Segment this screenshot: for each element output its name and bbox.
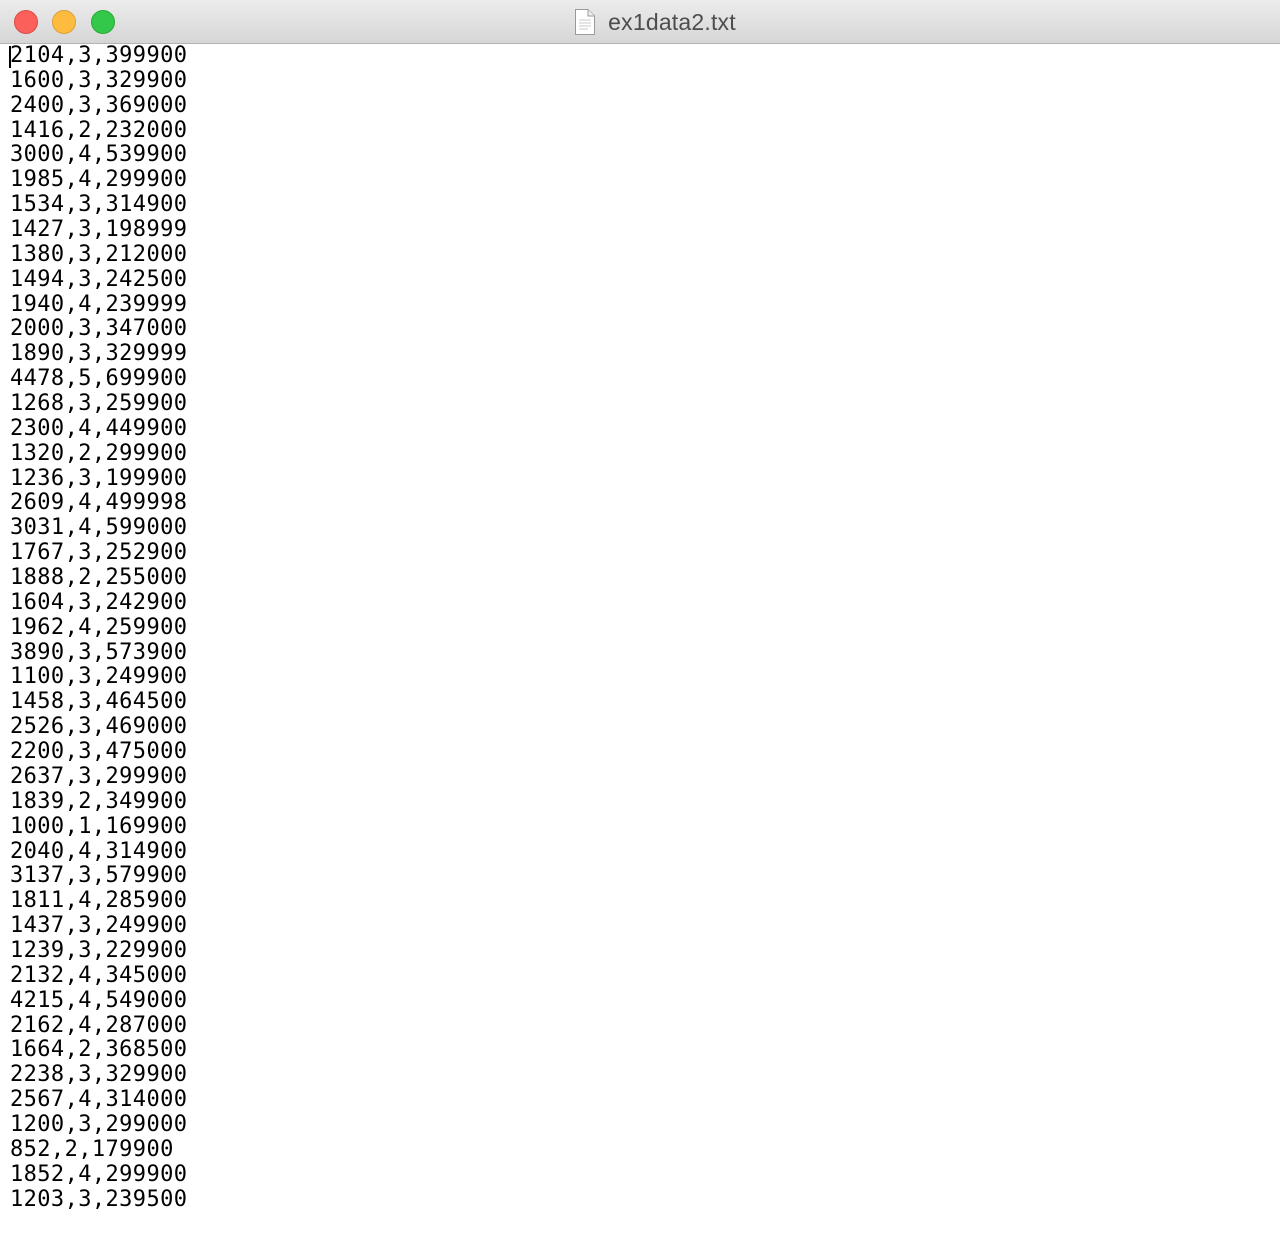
- text-line: 1437,3,249900: [10, 913, 188, 939]
- text-line: 2567,4,314000: [10, 1087, 188, 1113]
- text-line: 1839,2,349900: [10, 788, 188, 814]
- text-line: 1534,3,314900: [10, 192, 188, 218]
- text-line: 2637,3,299900: [10, 763, 188, 789]
- text-line: 2162,4,287000: [10, 1012, 188, 1038]
- text-line: 1320,2,299900: [10, 440, 188, 466]
- text-line: 2609,4,499998: [10, 490, 188, 516]
- text-line: 2300,4,449900: [10, 415, 188, 441]
- text-lines: 2104,3,399900 1600,3,329900 2400,3,369000 1…: [10, 43, 188, 1212]
- text-line: 3000,4,539900: [10, 142, 188, 168]
- text-line: 1268,3,259900: [10, 391, 188, 417]
- text-line: 1888,2,255000: [10, 565, 188, 591]
- text-line: 1604,3,242900: [10, 589, 188, 615]
- title-bar[interactable]: ex1data2.txt: [0, 0, 1280, 44]
- text-line: 852,2,179900: [10, 1136, 174, 1162]
- text-line: 1985,4,299900: [10, 167, 188, 193]
- window-title-group: ex1data2.txt: [574, 8, 736, 36]
- text-line: 1236,3,199900: [10, 465, 188, 491]
- text-line: 2000,3,347000: [10, 316, 188, 342]
- text-editor-window: ex1data2.txt 2104,3,399900 1600,3,329900 2…: [0, 0, 1280, 1241]
- text-line: 1200,3,299000: [10, 1111, 188, 1137]
- text-line: 2104,3,399900: [10, 43, 188, 68]
- text-line: 1494,3,242500: [10, 266, 188, 292]
- text-editor-area[interactable]: 2104,3,399900 1600,3,329900 2400,3,369000 1…: [0, 43, 1280, 1241]
- text-line: 1000,1,169900: [10, 813, 188, 839]
- text-line: 1203,3,239500: [10, 1186, 188, 1212]
- text-line: 3031,4,599000: [10, 515, 188, 541]
- window-title: ex1data2.txt: [608, 8, 736, 35]
- text-line: 1427,3,198999: [10, 217, 188, 243]
- text-line: 1458,3,464500: [10, 689, 188, 715]
- text-line: 3137,3,579900: [10, 863, 188, 889]
- text-line: 1100,3,249900: [10, 664, 188, 690]
- text-line: 1940,4,239999: [10, 291, 188, 317]
- text-line: 1664,2,368500: [10, 1037, 188, 1063]
- text-line: 1380,3,212000: [10, 241, 188, 267]
- minimize-icon[interactable]: [52, 10, 76, 34]
- text-line: 1852,4,299900: [10, 1161, 188, 1187]
- text-line: 2400,3,369000: [10, 92, 188, 118]
- text-line: 1239,3,229900: [10, 937, 188, 963]
- text-line: 4215,4,549000: [10, 987, 188, 1013]
- text-line: 2040,4,314900: [10, 838, 188, 864]
- text-line: 1416,2,232000: [10, 117, 188, 143]
- text-line: 1767,3,252900: [10, 540, 188, 566]
- text-line: 1890,3,329999: [10, 341, 188, 367]
- zoom-icon[interactable]: [91, 10, 115, 34]
- text-line: 1962,4,259900: [10, 614, 188, 640]
- close-icon[interactable]: [14, 10, 38, 34]
- text-line: 2526,3,469000: [10, 714, 188, 740]
- text-line: 2132,4,345000: [10, 962, 188, 988]
- text-line: 1811,4,285900: [10, 888, 188, 914]
- text-line: 3890,3,573900: [10, 639, 188, 665]
- text-line: 4478,5,699900: [10, 366, 188, 392]
- text-line: 2238,3,329900: [10, 1062, 188, 1088]
- text-line: 2200,3,475000: [10, 739, 188, 765]
- text-line: 1600,3,329900: [10, 67, 188, 93]
- window-title-area: ex1data2.txt: [0, 0, 1280, 44]
- document-icon: [575, 9, 596, 35]
